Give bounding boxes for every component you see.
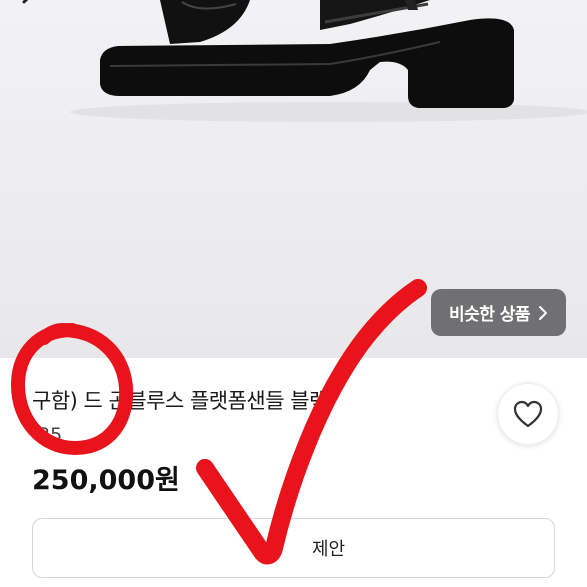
product-subinfo: ·35 [32,424,63,446]
price-offer-button[interactable]: 제안 [32,518,555,578]
similar-products-button[interactable]: 비슷한 상품 [431,289,566,336]
product-price: 250,000원 [32,465,180,496]
product-title: 구함) 드 곤블루스 플랫폼샌들 블랙 [32,389,328,413]
heart-icon [513,400,543,428]
price-offer-label: 제안 [311,539,346,560]
similar-products-label: 비슷한 상품 [448,305,531,325]
product-photo: 비슷한 상품 [0,0,587,358]
like-button[interactable] [497,383,559,445]
chevron-right-icon [539,305,548,320]
